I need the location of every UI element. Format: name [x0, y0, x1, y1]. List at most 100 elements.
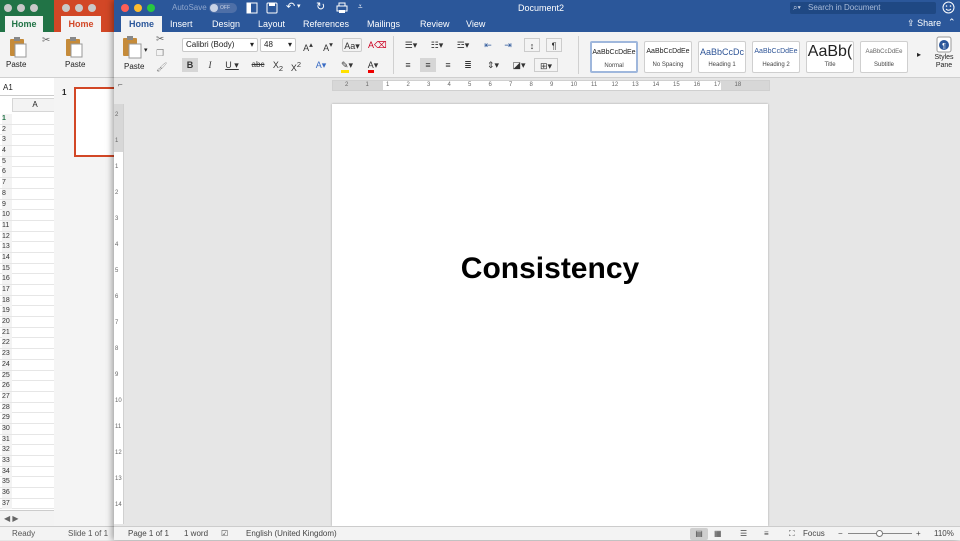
row-header[interactable]: 20 [0, 317, 60, 328]
zoom-slider-thumb[interactable] [876, 530, 883, 537]
zoom-button[interactable] [88, 4, 96, 12]
tab-layout[interactable]: Layout [258, 16, 285, 32]
row-header[interactable]: 16 [0, 274, 60, 285]
style-heading-1[interactable]: AaBbCcDc Heading 1 [698, 41, 746, 73]
tab-mailings[interactable]: Mailings [367, 16, 400, 32]
print-icon[interactable] [336, 2, 348, 14]
row-header[interactable]: 17 [0, 285, 60, 296]
paste-dropdown-icon[interactable]: ▾ [144, 46, 148, 54]
increase-indent-icon[interactable]: ⇥ [500, 38, 516, 52]
decrease-indent-icon[interactable]: ⇤ [480, 38, 496, 52]
style-subtitle[interactable]: AaBbCcDdEe Subtitle [860, 41, 908, 73]
cut-icon[interactable]: ✂ [42, 35, 50, 46]
bullets-icon[interactable]: ☰▾ [400, 38, 422, 52]
row-header[interactable]: 21 [0, 327, 60, 339]
print-layout-icon[interactable]: ▤ [690, 528, 708, 540]
tab-review[interactable]: Review [420, 16, 450, 32]
focus-label[interactable]: Focus [803, 527, 825, 541]
zoom-button[interactable] [30, 4, 38, 12]
column-header-a[interactable]: A [12, 98, 58, 112]
italic-button[interactable]: I [202, 58, 218, 72]
close-button[interactable] [62, 4, 70, 12]
row-header[interactable]: 33 [0, 456, 60, 467]
numbering-icon[interactable]: ☷▾ [426, 38, 448, 52]
clear-formatting-icon[interactable]: A⌫ [368, 38, 387, 52]
row-header[interactable]: 26 [0, 381, 60, 392]
row-header[interactable]: 24 [0, 359, 60, 371]
row-header[interactable]: 9 [0, 199, 60, 211]
row-header[interactable]: 14 [0, 252, 60, 264]
line-spacing-icon[interactable]: ⇕▾ [482, 58, 504, 72]
row-header[interactable]: 19 [0, 306, 60, 318]
row-header[interactable]: 34 [0, 466, 60, 478]
row-header[interactable]: 30 [0, 423, 60, 435]
font-color-icon[interactable]: A▾ [362, 58, 384, 73]
row-header[interactable]: 4 [0, 146, 60, 157]
row-header[interactable]: 15 [0, 263, 60, 275]
align-right-icon[interactable]: ≡ [440, 58, 456, 72]
row-header[interactable]: 18 [0, 295, 60, 307]
highlight-color-icon[interactable]: ✎▾ [336, 58, 358, 73]
cut-icon[interactable]: ✂ [156, 34, 164, 45]
ppt-tab-home[interactable]: Home [61, 16, 101, 32]
borders-icon[interactable]: ⊞▾ [534, 58, 558, 72]
outline-view-icon[interactable]: ☰ [740, 527, 747, 541]
strikethrough-button[interactable]: abc [248, 58, 268, 72]
tab-home[interactable]: Home [121, 16, 163, 32]
paste-icon[interactable] [64, 36, 84, 58]
file-sidebar-icon[interactable] [246, 2, 258, 14]
row-header[interactable]: 3 [0, 135, 60, 147]
row-header[interactable]: 29 [0, 413, 60, 424]
page-count[interactable]: Page 1 of 1 [128, 527, 169, 541]
row-header[interactable]: 10 [0, 210, 60, 221]
word-count[interactable]: 1 word [184, 527, 208, 541]
shading-icon[interactable]: ◪▾ [508, 58, 530, 72]
row-header[interactable]: 36 [0, 488, 60, 499]
styles-more-icon[interactable]: ▸ [917, 50, 921, 59]
style-no-spacing[interactable]: AaBbCcDdEe No Spacing [644, 41, 692, 73]
zoom-level[interactable]: 110% [934, 527, 954, 541]
row-header[interactable]: 37 [0, 498, 60, 510]
row-header[interactable]: 8 [0, 188, 60, 200]
row-header[interactable]: 25 [0, 370, 60, 382]
subscript-button[interactable]: X2 [270, 58, 286, 73]
bold-button[interactable]: B [182, 58, 198, 72]
tab-stop-selector-icon[interactable]: ⌐ [118, 80, 123, 89]
superscript-button[interactable]: X2 [288, 58, 304, 73]
document-page[interactable]: Consistency [332, 104, 768, 526]
row-header[interactable]: 13 [0, 242, 60, 253]
row-header[interactable]: 32 [0, 445, 60, 456]
web-layout-icon[interactable]: ▦ [714, 527, 722, 541]
collapse-ribbon-icon[interactable]: ⌃ [948, 17, 956, 28]
multilevel-list-icon[interactable]: ☲▾ [452, 38, 474, 52]
row-header[interactable]: 28 [0, 402, 60, 414]
name-box[interactable]: A1 [0, 80, 54, 96]
row-header[interactable]: 23 [0, 349, 60, 360]
row-header[interactable]: 5 [0, 156, 60, 168]
align-left-icon[interactable]: ≡ [400, 58, 416, 72]
vertical-ruler[interactable]: 21123456789101112131415 [114, 104, 124, 534]
align-center-icon[interactable]: ≡ [420, 58, 436, 72]
styles-pane-button[interactable]: ¶ Styles Pane [932, 36, 956, 74]
horizontal-ruler[interactable]: 2 1 1 2 3 4 5 6 7 8 9 10 11 12 13 14 15 16 17 18 [332, 80, 770, 91]
style-title[interactable]: AaBb(Title [806, 41, 854, 73]
row-header[interactable]: 27 [0, 391, 60, 403]
grow-font-icon[interactable]: A▴ [300, 38, 316, 53]
zoom-in-icon[interactable]: + [916, 527, 921, 541]
shrink-font-icon[interactable]: A▾ [320, 38, 336, 53]
customize-toolbar-icon[interactable]: ⩡ [358, 2, 363, 12]
font-name-dropdown[interactable]: Calibri (Body) ▾ [182, 38, 258, 52]
autosave-toggle[interactable]: OFF [209, 3, 237, 13]
format-painter-icon[interactable]: 🖌︎ [156, 62, 167, 73]
row-header[interactable]: 7 [0, 178, 60, 189]
change-case-icon[interactable]: Aa▾ [342, 38, 362, 52]
row-header[interactable]: 2 [0, 124, 60, 136]
minimize-button[interactable] [75, 4, 83, 12]
justify-icon[interactable]: ≣ [460, 58, 476, 72]
sort-icon[interactable]: ↕ [524, 38, 540, 52]
redo-icon[interactable]: ↻ [316, 0, 325, 13]
row-header[interactable]: 31 [0, 434, 60, 446]
sheet-navigation[interactable]: ◀ ▶ [0, 510, 60, 526]
minimize-button[interactable] [17, 4, 25, 12]
undo-dropdown-icon[interactable]: ▾ [297, 2, 301, 10]
